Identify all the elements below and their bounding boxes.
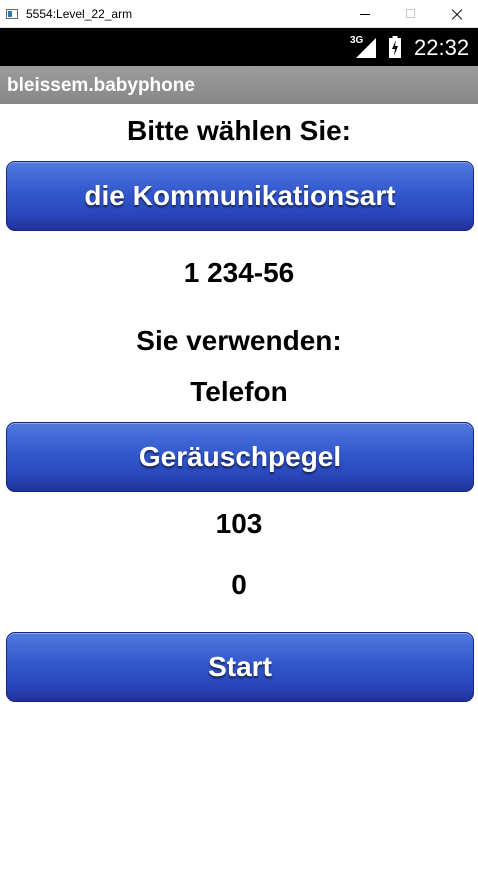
status-clock: 22:32 [414,35,470,60]
window-titlebar: 5554:Level_22_arm [0,0,478,28]
maximize-button[interactable] [388,0,434,28]
noise-level-value: 103 [215,508,263,539]
status-bar [0,28,478,66]
communication-type-button[interactable]: die Kommunikationsart [6,161,474,231]
communication-type-value: Telefon [190,376,288,407]
phone-number-label: 1 234-56 [183,257,295,288]
window-title: 5554:Level_22_arm [26,7,133,21]
close-button[interactable] [432,0,478,28]
signal-strength-icon [356,38,376,58]
start-button[interactable]: Start [6,632,474,702]
battery-charging-icon [389,36,401,58]
prompt-label: Bitte wählen Sie: [126,115,352,146]
noise-level-button[interactable]: Geräuschpegel [6,422,474,492]
counter-value: 0 [231,569,247,600]
minimize-button[interactable] [342,0,388,28]
using-label: Sie verwenden: [136,325,342,356]
action-bar: bleissem.babyphone [0,66,478,104]
app-title: bleissem.babyphone [7,75,195,96]
emulator-window-icon [6,9,18,19]
